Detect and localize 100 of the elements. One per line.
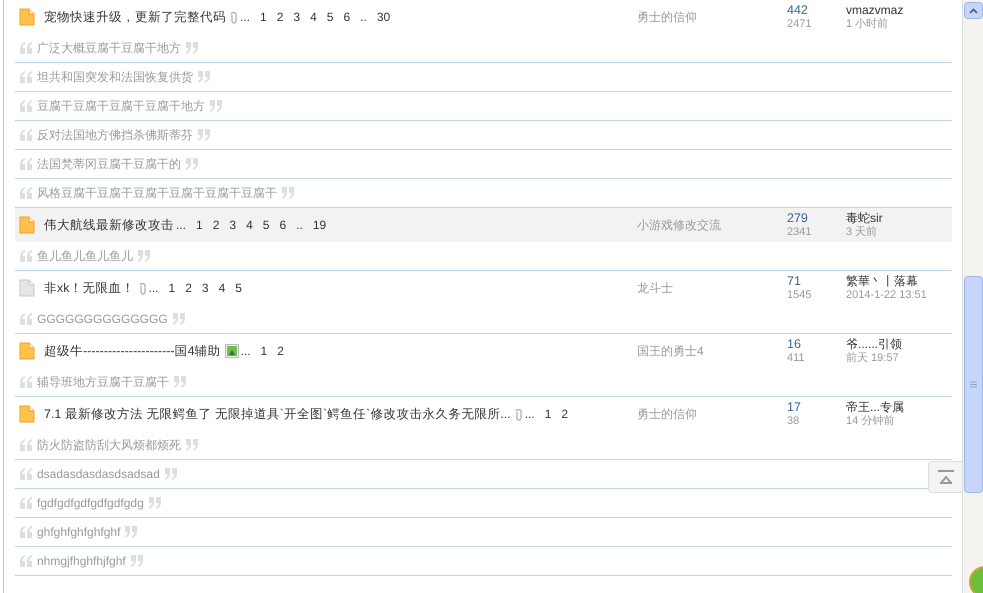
open-quote-icon (19, 187, 33, 199)
view-count: 38 (787, 414, 800, 428)
thread-title[interactable]: 伟大航线最新修改攻击 (44, 216, 174, 234)
reply-preview: ghfghfghfghfghf (37, 524, 120, 541)
last-poster[interactable]: 毒蛇sir (846, 211, 883, 225)
last-poster[interactable]: vmazvmaz (846, 3, 904, 17)
page-link[interactable]: 1 (196, 216, 203, 234)
page-link[interactable]: 30 (376, 8, 390, 26)
reply-count: 279 (787, 211, 809, 225)
thread-title[interactable]: 7.1 最新修改方法 无限鳄鱼了 无限掉道具`开全图`鳄鱼任`修改攻击永久务无限所... (44, 404, 511, 424)
reply-count: 17 (787, 400, 802, 414)
view-count: 411 (787, 351, 806, 365)
open-quote-icon (19, 526, 33, 538)
page-link[interactable]: .. (360, 8, 367, 26)
page-link[interactable]: 2 (212, 216, 220, 234)
close-quote-icon (173, 376, 187, 388)
scroll-up-button[interactable] (964, 2, 982, 19)
open-quote-icon (19, 129, 33, 141)
page-link[interactable]: ... (524, 405, 535, 423)
back-to-top-button[interactable] (928, 461, 963, 493)
page-link[interactable]: 4 (310, 8, 317, 26)
last-poster[interactable]: 帝王...专属 (846, 400, 904, 414)
close-quote-icon (164, 468, 178, 480)
close-quote-icon (197, 129, 211, 141)
reply-preview: 防火防盗防刮大风烦都烦死 (37, 437, 181, 454)
thread-row[interactable]: 伟大航线最新修改攻击 ... 1 2 3 4 5 6 .. 19 小游戏修改交流 279 2341 毒蛇sir 3 天前 (15, 208, 952, 242)
page-link[interactable]: ... (240, 8, 250, 26)
close-quote-icon (197, 71, 211, 83)
page-link[interactable]: 5 (326, 8, 334, 26)
page-link[interactable]: ... (148, 279, 159, 297)
last-post-time: 14 分钟前 (846, 414, 896, 428)
reply-preview: 风格豆腐干豆腐干豆腐干豆腐干豆腐干豆腐干 (37, 185, 277, 202)
page-link[interactable]: 6 (343, 8, 350, 26)
reply-preview: GGGGGGGGGGGGGG (37, 311, 168, 328)
open-quote-icon (19, 376, 33, 388)
view-count: 1545 (787, 288, 812, 302)
page-link[interactable]: 2 (185, 279, 192, 297)
page-link[interactable]: 2 (277, 342, 284, 360)
reply-preview: 反对法国地方佛挡杀佛斯蒂芬 (37, 127, 193, 144)
reply-preview: 豆腐干豆腐干豆腐干豆腐干地方 (37, 98, 205, 115)
page-link[interactable]: .. (296, 216, 303, 234)
badge-icon (969, 566, 983, 593)
close-quote-icon (172, 313, 186, 325)
open-quote-icon (19, 555, 33, 567)
page-link[interactable]: 6 (279, 216, 286, 234)
reply-count: 71 (787, 274, 802, 288)
last-post-time: 1 小时前 (846, 17, 890, 31)
page-link[interactable]: 5 (235, 279, 242, 297)
document-icon (19, 216, 35, 234)
page-link[interactable]: 3 (202, 279, 209, 297)
reply-preview: 广泛大概豆腐干豆腐干地方 (37, 40, 181, 57)
close-quote-icon (148, 497, 162, 509)
scrollbar[interactable] (962, 0, 983, 593)
reply-preview: fgdfgdfgdfgdfgdfgdg (37, 495, 144, 512)
page-link[interactable]: 5 (262, 216, 270, 234)
document-icon (19, 405, 35, 423)
open-quote-icon (19, 42, 33, 54)
close-quote-icon (185, 439, 199, 451)
open-quote-icon (19, 158, 33, 170)
reply-preview: nhmgjfhghfhjfghf (37, 553, 126, 570)
page-link[interactable]: ... (240, 342, 251, 360)
page-link[interactable]: 3 (293, 8, 300, 26)
last-poster[interactable]: 繁華丶丨落幕 (846, 274, 927, 288)
page-link[interactable]: 2 (276, 8, 284, 26)
page-link[interactable]: 4 (218, 279, 226, 297)
grip-icon (970, 381, 976, 388)
page-link[interactable]: ... (176, 216, 186, 234)
page-link[interactable]: 4 (246, 216, 253, 234)
back-to-top-icon (938, 470, 954, 484)
close-quote-icon (137, 250, 151, 262)
page-link[interactable]: 1 (168, 279, 176, 297)
page-link[interactable]: 19 (312, 216, 326, 234)
close-quote-icon (209, 100, 223, 112)
last-post-time: 2014-1-22 13:51 (846, 288, 927, 302)
reply-preview: 鱼儿鱼儿鱼儿鱼儿 (37, 248, 133, 265)
reply-preview: 坦共和国突发和法国恢复供货 (37, 69, 193, 86)
document-icon (19, 8, 35, 26)
close-quote-icon (185, 158, 199, 170)
open-quote-icon (19, 313, 33, 325)
thread-title[interactable]: 超级牛----------------------国4辅助 (44, 342, 221, 360)
last-post-time: 3 天前 (846, 225, 878, 239)
thread-title[interactable]: 非xk！无限血！ (44, 278, 134, 298)
page-link[interactable]: 3 (229, 216, 236, 234)
last-poster[interactable]: 爷......引领 (846, 337, 902, 351)
page-link[interactable]: 1 (544, 405, 552, 423)
thread-title[interactable]: 宠物快速升级，更新了完整代码 (44, 8, 226, 26)
page-link[interactable]: 1 (260, 342, 268, 360)
page-link[interactable]: 1 (260, 8, 267, 26)
close-quote-icon (281, 187, 295, 199)
last-post-time: 前天 19:57 (846, 351, 900, 365)
open-quote-icon (19, 250, 33, 262)
scroll-thumb[interactable] (964, 276, 982, 493)
document-icon (19, 279, 35, 297)
page-link[interactable]: 2 (561, 405, 568, 423)
document-icon (19, 342, 35, 360)
reply-preview: dsadasdasdasdsadsad (37, 466, 160, 483)
caret-up-icon (968, 8, 978, 14)
reply-preview: 法国梵蒂冈豆腐干豆腐干的 (37, 156, 181, 173)
close-quote-icon (130, 555, 144, 567)
view-count: 2471 (787, 17, 812, 31)
